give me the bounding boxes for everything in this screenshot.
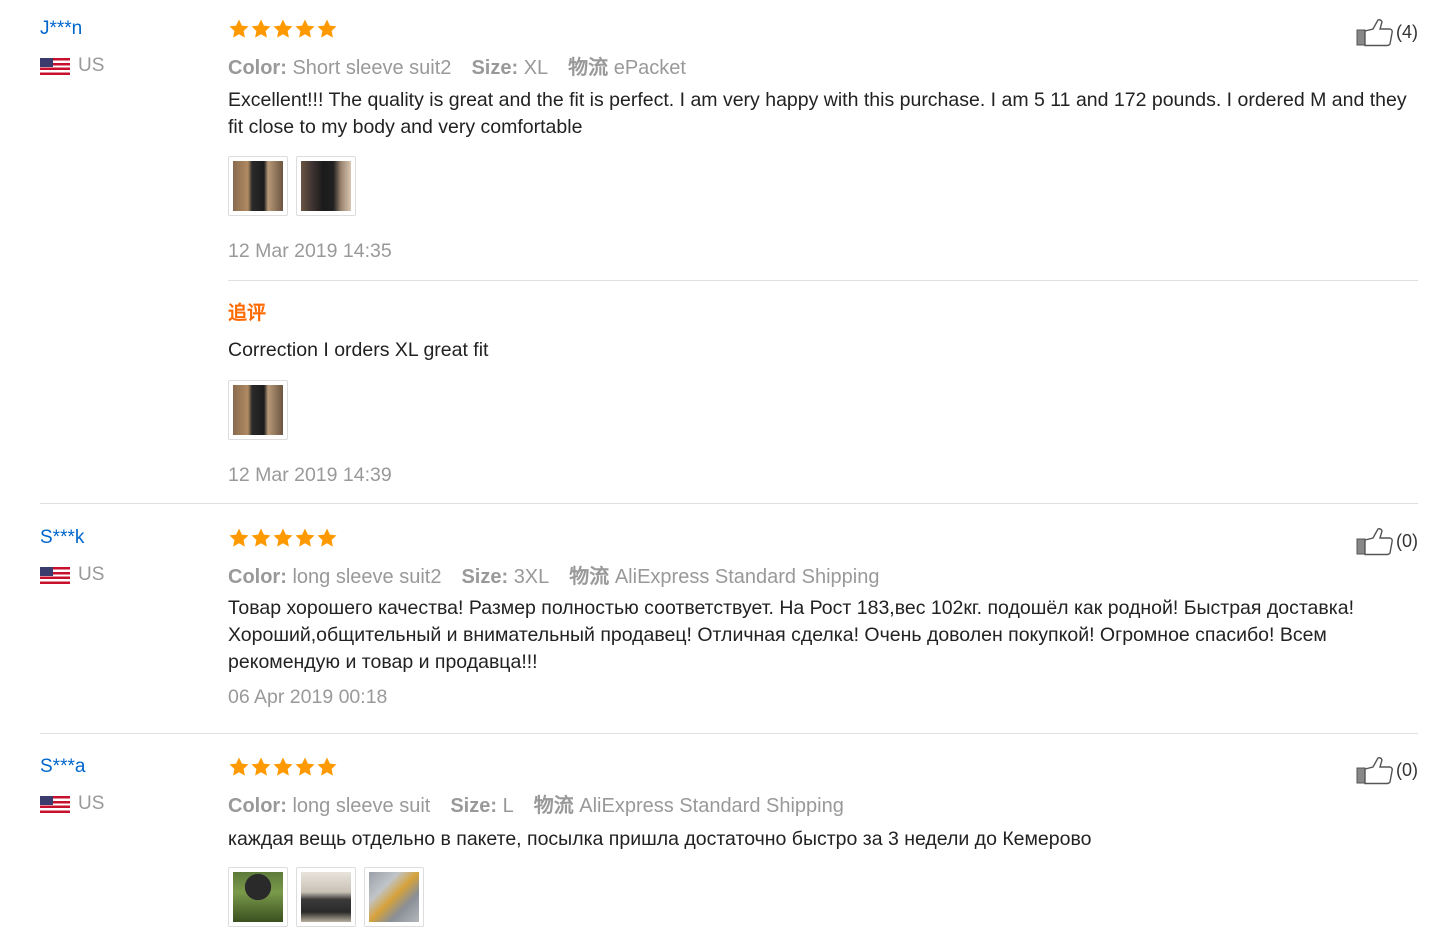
logistics-label: 物流 <box>533 795 574 817</box>
review-content: (0) Color: long sleeve suit Size: L 物流 Ali… <box>228 738 1418 944</box>
reviewer-country: US <box>40 794 104 814</box>
order-info: Color: long sleeve suit Size: L 物流 AliExpr… <box>228 789 844 818</box>
thumbs-up-icon <box>1356 757 1393 785</box>
star-icon <box>294 756 316 778</box>
star-icon <box>250 527 272 549</box>
logistics-value: ePacket <box>613 57 686 79</box>
star-icon <box>272 18 294 40</box>
helpful-count: (0) <box>1396 530 1418 551</box>
star-icon <box>228 18 250 40</box>
thumbs-up-icon <box>1356 19 1393 47</box>
helpful-button[interactable]: (0) <box>1356 755 1418 785</box>
review-content: (0) Color: long sleeve suit2 Size: 3XL 物流 … <box>228 509 1418 729</box>
followup-text: Correction I orders XL great fit <box>228 339 489 361</box>
color-value: Short sleeve suit2 <box>292 57 452 79</box>
followup-divider <box>228 280 1418 281</box>
logistics-label: 物流 <box>568 57 609 79</box>
review-content: (4) Color: Short sleeve suit2 Size: XL 物流 … <box>228 0 1418 500</box>
color-value: long sleeve suit2 <box>292 566 442 588</box>
review-photos <box>228 156 356 216</box>
star-icon <box>316 18 338 40</box>
size-label: Size: <box>461 566 509 588</box>
reviewer-info: S***k US <box>40 527 104 585</box>
review-date: 06 Apr 2019 00:18 <box>228 686 388 708</box>
review-photo-thumbnail[interactable] <box>228 380 288 440</box>
helpful-count: (4) <box>1396 21 1418 42</box>
review-divider <box>40 503 1418 504</box>
us-flag-icon <box>40 566 70 584</box>
star-icon <box>250 756 272 778</box>
country-code: US <box>78 564 105 585</box>
followup-photos <box>228 380 288 440</box>
reviewer-name[interactable]: S***a <box>40 756 104 778</box>
us-flag-icon <box>40 795 70 813</box>
country-code: US <box>78 793 105 814</box>
star-rating <box>228 18 338 40</box>
size-value: 3XL <box>513 566 550 588</box>
star-icon <box>294 18 316 40</box>
followup-date: 12 Mar 2019 14:39 <box>228 464 392 486</box>
review-photo-thumbnail[interactable] <box>364 867 424 927</box>
reviewer-name[interactable]: J***n <box>40 18 104 40</box>
review-date: 12 Mar 2019 14:35 <box>228 240 392 262</box>
reviewer-info: S***a US <box>40 756 104 814</box>
us-flag-icon <box>40 57 70 75</box>
helpful-button[interactable]: (4) <box>1356 17 1418 47</box>
review-photo-thumbnail[interactable] <box>296 156 356 216</box>
star-icon <box>316 756 338 778</box>
reviewer-info: J***n US <box>40 18 104 76</box>
star-icon <box>272 756 294 778</box>
logistics-value: AliExpress Standard Shipping <box>579 795 844 817</box>
star-icon <box>316 527 338 549</box>
color-label: Color: <box>228 795 287 817</box>
size-label: Size: <box>471 57 519 79</box>
reviewer-country: US <box>40 565 104 585</box>
thumbs-up-icon <box>1356 528 1393 556</box>
logistics-label: 物流 <box>569 566 610 588</box>
followup-label: 追评 <box>228 303 267 324</box>
helpful-count: (0) <box>1396 759 1418 780</box>
review-text: Excellent!!! The quality is great and th… <box>228 89 1407 138</box>
star-rating <box>228 756 338 778</box>
color-label: Color: <box>228 57 287 79</box>
review-photo-thumbnail[interactable] <box>228 867 288 927</box>
color-label: Color: <box>228 566 287 588</box>
size-label: Size: <box>450 795 498 817</box>
color-value: long sleeve suit <box>292 795 431 817</box>
reviewer-country: US <box>40 56 104 76</box>
country-code: US <box>78 55 105 76</box>
star-icon <box>250 18 272 40</box>
star-icon <box>294 527 316 549</box>
order-info: Color: long sleeve suit2 Size: 3XL 物流 AliE… <box>228 560 879 589</box>
helpful-button[interactable]: (0) <box>1356 526 1418 556</box>
review-photo-thumbnail[interactable] <box>296 867 356 927</box>
review-divider <box>40 733 1418 734</box>
review-photos <box>228 867 424 927</box>
size-value: XL <box>523 57 549 79</box>
star-icon <box>272 527 294 549</box>
reviewer-name[interactable]: S***k <box>40 527 104 549</box>
review-text: Товар хорошего качества! Размер полность… <box>228 597 1354 673</box>
star-rating <box>228 527 338 549</box>
order-info: Color: Short sleeve suit2 Size: XL 物流 ePac… <box>228 51 686 80</box>
star-icon <box>228 527 250 549</box>
logistics-value: AliExpress Standard Shipping <box>614 566 880 588</box>
star-icon <box>228 756 250 778</box>
size-value: L <box>502 795 514 817</box>
review-photo-thumbnail[interactable] <box>228 156 288 216</box>
review-text: каждая вещь отдельно в пакете, посылка п… <box>228 828 1092 850</box>
